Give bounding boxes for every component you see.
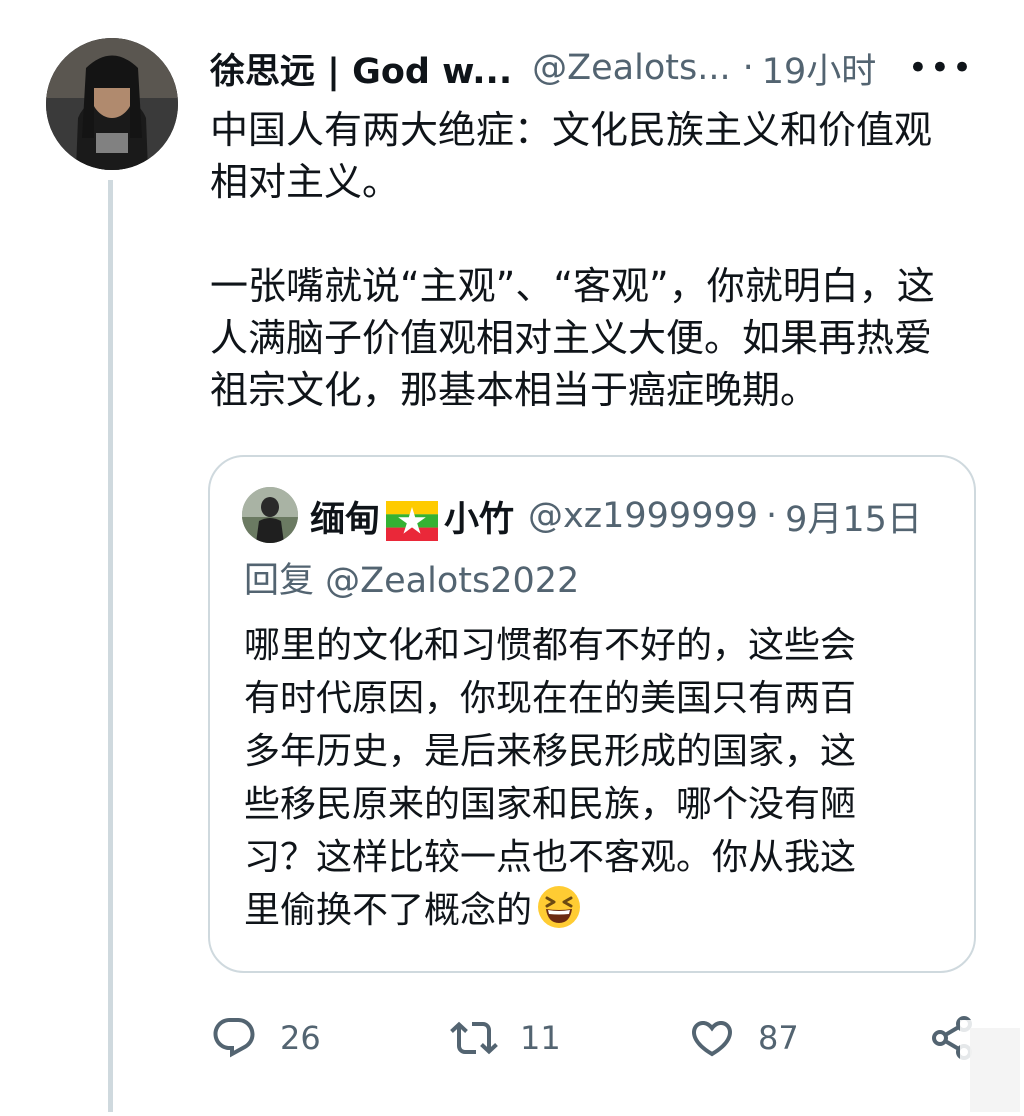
quote-text-last-line: 里偷换不了概念的 xyxy=(244,884,954,937)
quote-reply-context: 回复 @Zealots2022 xyxy=(244,555,579,607)
quote-text-line: 里偷换不了概念的 xyxy=(244,890,533,931)
reply-prefix: 回复 xyxy=(244,561,315,601)
reply-button[interactable]: 26 xyxy=(210,1010,321,1066)
retweet-button[interactable]: 11 xyxy=(450,1010,561,1066)
author-avatar-image xyxy=(46,38,178,170)
tweet-time[interactable]: 19小时 xyxy=(762,43,877,94)
reply-icon xyxy=(213,1018,255,1058)
quote-date[interactable]: 9月15日 xyxy=(785,491,922,542)
tweet-text-line: 相对主义。 xyxy=(210,160,401,204)
tweet-text: 中国人有两大绝症：文化民族主义和价值观 相对主义。 一张嘴就说“主观”、“客观”… xyxy=(210,104,990,416)
author-name[interactable]: 徐思远 | God w... xyxy=(210,43,512,94)
quote-text-line: 些移民原来的国家和民族，哪个没有陋 xyxy=(244,784,857,825)
quote-author-name[interactable]: 缅甸 小竹 xyxy=(310,491,514,542)
quote-avatar-image xyxy=(242,487,298,543)
heart-icon xyxy=(691,1021,733,1057)
reply-mention-link[interactable]: @Zealots2022 xyxy=(325,561,579,601)
quote-author-handle[interactable]: @xz1999999 xyxy=(528,496,758,536)
tweet-text-line: 人满脑子价值观相对主义大便。如果再热爱 xyxy=(210,316,933,360)
quote-header: 缅甸 小竹 @xz1999999 · 9月15日 xyxy=(310,487,922,545)
quote-author-avatar[interactable] xyxy=(242,487,298,543)
tweet-actions: 26 11 87 xyxy=(210,1010,990,1066)
watermark-overlay xyxy=(954,1020,1024,1112)
more-options-button[interactable]: ••• xyxy=(908,42,974,94)
thread-line xyxy=(108,180,113,1112)
tweet-text-line: 祖宗文化，那基本相当于癌症晚期。 xyxy=(210,368,819,412)
grinning-squinting-face-icon xyxy=(538,886,581,928)
quote-author-name-part1: 缅甸 xyxy=(310,499,381,540)
quote-text: 哪里的文化和习惯都有不好的，这些会 有时代原因，你现在在的美国只有两百 多年历史… xyxy=(244,619,954,937)
quoted-tweet[interactable]: 缅甸 小竹 @xz1999999 · 9月15日 回复 @Zealots2022… xyxy=(208,455,976,973)
quote-text-line: 习？这样比较一点也不客观。你从我这 xyxy=(244,837,857,878)
retweet-count: 11 xyxy=(520,1019,561,1057)
myanmar-flag-icon xyxy=(386,500,439,541)
retweet-icon xyxy=(450,1021,498,1055)
header-separator: · xyxy=(742,48,754,88)
reply-count: 26 xyxy=(280,1019,321,1057)
tweet-text-line: 中国人有两大绝症：文化民族主义和价值观 xyxy=(210,108,933,152)
like-count: 87 xyxy=(758,1019,799,1057)
author-avatar[interactable] xyxy=(46,38,178,170)
quote-text-line: 哪里的文化和习惯都有不好的，这些会 xyxy=(244,625,857,666)
author-handle[interactable]: @Zealots... xyxy=(532,48,730,88)
like-button[interactable]: 87 xyxy=(688,1010,799,1066)
tweet-text-line: 一张嘴就说“主观”、“客观”，你就明白，这 xyxy=(210,264,935,308)
quote-text-line: 多年历史，是后来移民形成的国家，这 xyxy=(244,731,857,772)
quote-header-separator: · xyxy=(766,496,778,536)
tweet-header: 徐思远 | God w... @Zealots... · 19小时 xyxy=(210,42,990,94)
quote-text-line: 有时代原因，你现在在的美国只有两百 xyxy=(244,678,857,719)
quote-author-name-part2: 小竹 xyxy=(444,499,515,540)
